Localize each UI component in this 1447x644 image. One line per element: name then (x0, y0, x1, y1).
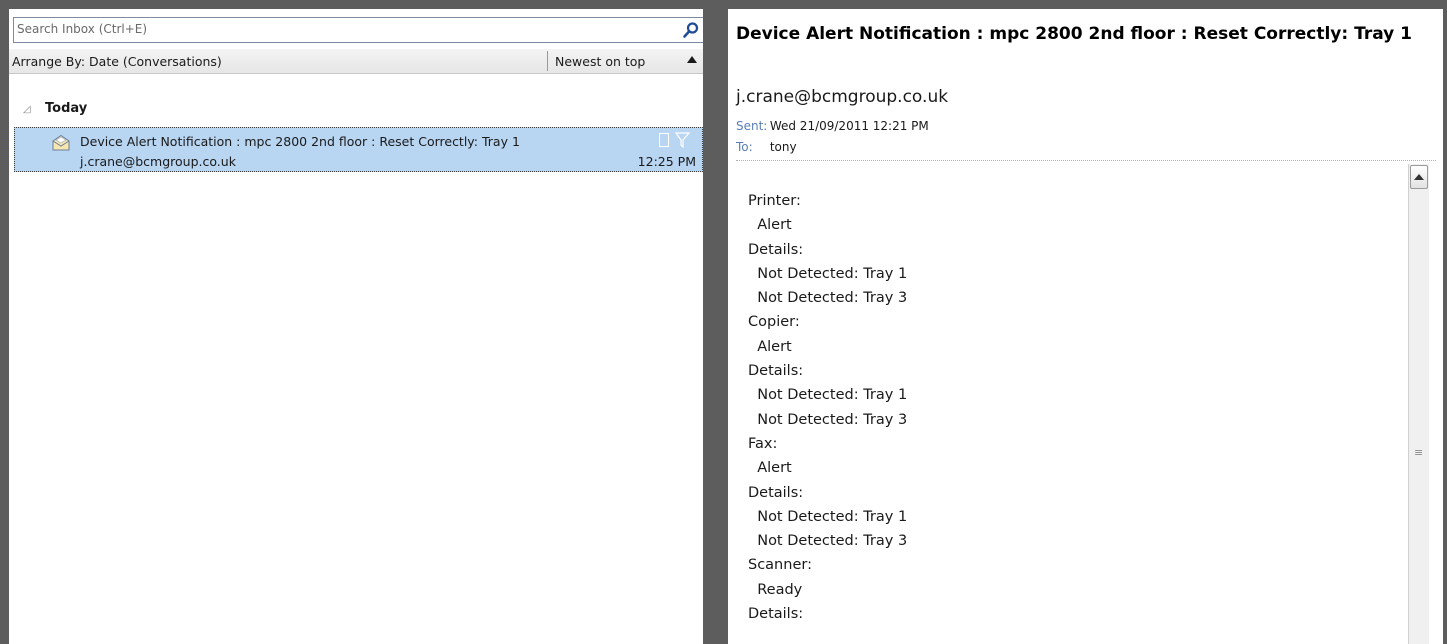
open-envelope-icon (52, 134, 70, 151)
collapse-triangle-icon[interactable]: ◿ (23, 104, 33, 115)
body-line: Fax: (748, 435, 778, 452)
message-subject: Device Alert Notification : mpc 2800 2nd… (80, 134, 520, 149)
message-list-item[interactable]: Device Alert Notification : mpc 2800 2nd… (14, 127, 703, 172)
arrange-by-button[interactable]: Arrange By: Date (Conversations) (12, 54, 222, 69)
body-line: Ready (748, 581, 803, 598)
body-line: Copier: (748, 314, 800, 331)
to-row: To: tony (736, 140, 797, 154)
group-header-today[interactable]: ◿ Today (23, 101, 87, 116)
scroll-grip-icon[interactable]: ≡ (1414, 446, 1423, 459)
to-value[interactable]: tony (770, 140, 797, 154)
body-line: Not Detected: Tray 3 (748, 290, 908, 307)
body-line: Alert (748, 460, 792, 477)
sort-order-button[interactable]: Newest on top (555, 54, 645, 69)
body-line: Details: (748, 241, 804, 258)
body-line: Details: (748, 484, 804, 501)
arrange-by-bar: Arrange By: Date (Conversations) Newest … (9, 49, 703, 74)
body-line: Not Detected: Tray 1 (748, 387, 908, 404)
to-label: To: (736, 140, 753, 154)
pane-divider[interactable] (703, 9, 728, 644)
body-line: Not Detected: Tray 1 (748, 265, 908, 282)
column-divider (547, 51, 548, 71)
body-line: Scanner: (748, 557, 812, 574)
body-line: Not Detected: Tray 1 (748, 508, 908, 525)
message-sender: j.crane@bcmgroup.co.uk (80, 154, 236, 169)
body-line: Alert (748, 338, 792, 355)
search-icon[interactable] (682, 21, 700, 39)
window-frame-right (1443, 0, 1447, 644)
flag-icon[interactable] (673, 132, 691, 148)
search-box[interactable]: Search Inbox (Ctrl+E) (13, 17, 705, 43)
email-body[interactable]: Printer: Alert Details: Not Detected: Tr… (748, 189, 907, 626)
body-scrollbar[interactable]: ≡ (1408, 164, 1429, 644)
group-title: Today (45, 101, 88, 116)
category-icon[interactable] (659, 133, 669, 147)
sent-label: Sent: (736, 119, 768, 133)
search-input[interactable]: Search Inbox (Ctrl+E) (17, 22, 147, 36)
body-line: Alert (748, 217, 792, 234)
sent-row: Sent: Wed 21/09/2011 12:21 PM (736, 119, 929, 133)
message-list-pane: Search Inbox (Ctrl+E) Arrange By: Date (… (9, 9, 719, 644)
window-frame-top (0, 0, 1447, 9)
body-line: Not Detected: Tray 3 (748, 411, 908, 428)
header-divider (736, 160, 1436, 161)
email-subject: Device Alert Notification : mpc 2800 2nd… (736, 24, 1412, 44)
body-line: Details: (748, 363, 804, 380)
reading-pane: Device Alert Notification : mpc 2800 2nd… (728, 9, 1443, 644)
scroll-up-button[interactable] (1410, 165, 1428, 189)
message-time: 12:25 PM (637, 154, 696, 169)
sort-ascending-icon[interactable] (687, 56, 697, 63)
body-line: Details: (748, 606, 804, 623)
email-sender[interactable]: j.crane@bcmgroup.co.uk (736, 87, 948, 107)
window-frame-left (0, 0, 9, 644)
body-line: Not Detected: Tray 3 (748, 533, 908, 550)
body-line: Printer: (748, 193, 801, 209)
sent-value: Wed 21/09/2011 12:21 PM (769, 119, 929, 133)
